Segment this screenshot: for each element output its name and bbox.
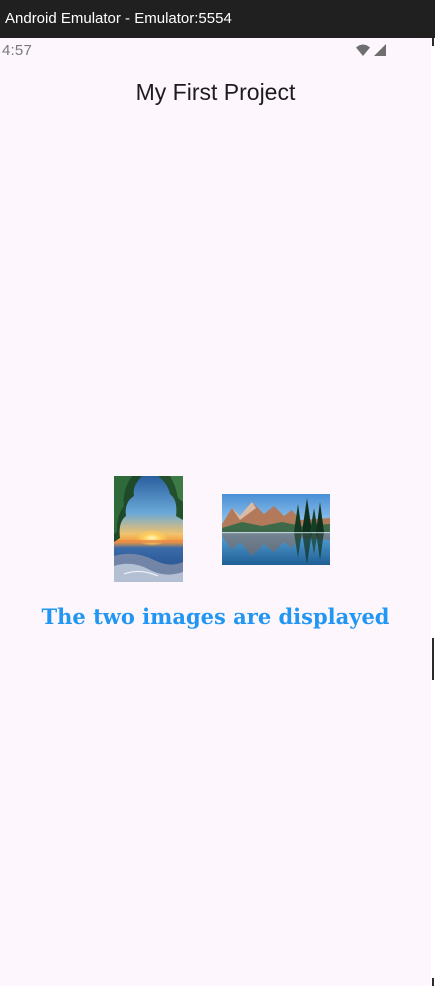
cellular-signal-icon <box>374 44 386 56</box>
sunset-beach-image <box>114 476 183 582</box>
status-icons <box>356 44 386 56</box>
images-row <box>0 476 431 582</box>
app-title: My First Project <box>135 79 296 105</box>
caption-text: The two images are displayed <box>41 604 390 629</box>
wifi-icon <box>356 44 370 56</box>
mountain-lake-image <box>222 494 330 565</box>
device-screen: 4:57 My First Project The two images are… <box>0 38 431 986</box>
status-bar: 4:57 <box>0 38 431 64</box>
window-title: Android Emulator - Emulator:5554 <box>5 10 232 27</box>
window-edge <box>431 38 435 986</box>
emulator-window: Android Emulator - Emulator:5554 4:57 My… <box>0 0 435 986</box>
status-time: 4:57 <box>2 42 32 59</box>
app-bar: My First Project <box>0 64 431 120</box>
emulator-title-bar[interactable]: Android Emulator - Emulator:5554 <box>0 0 435 38</box>
